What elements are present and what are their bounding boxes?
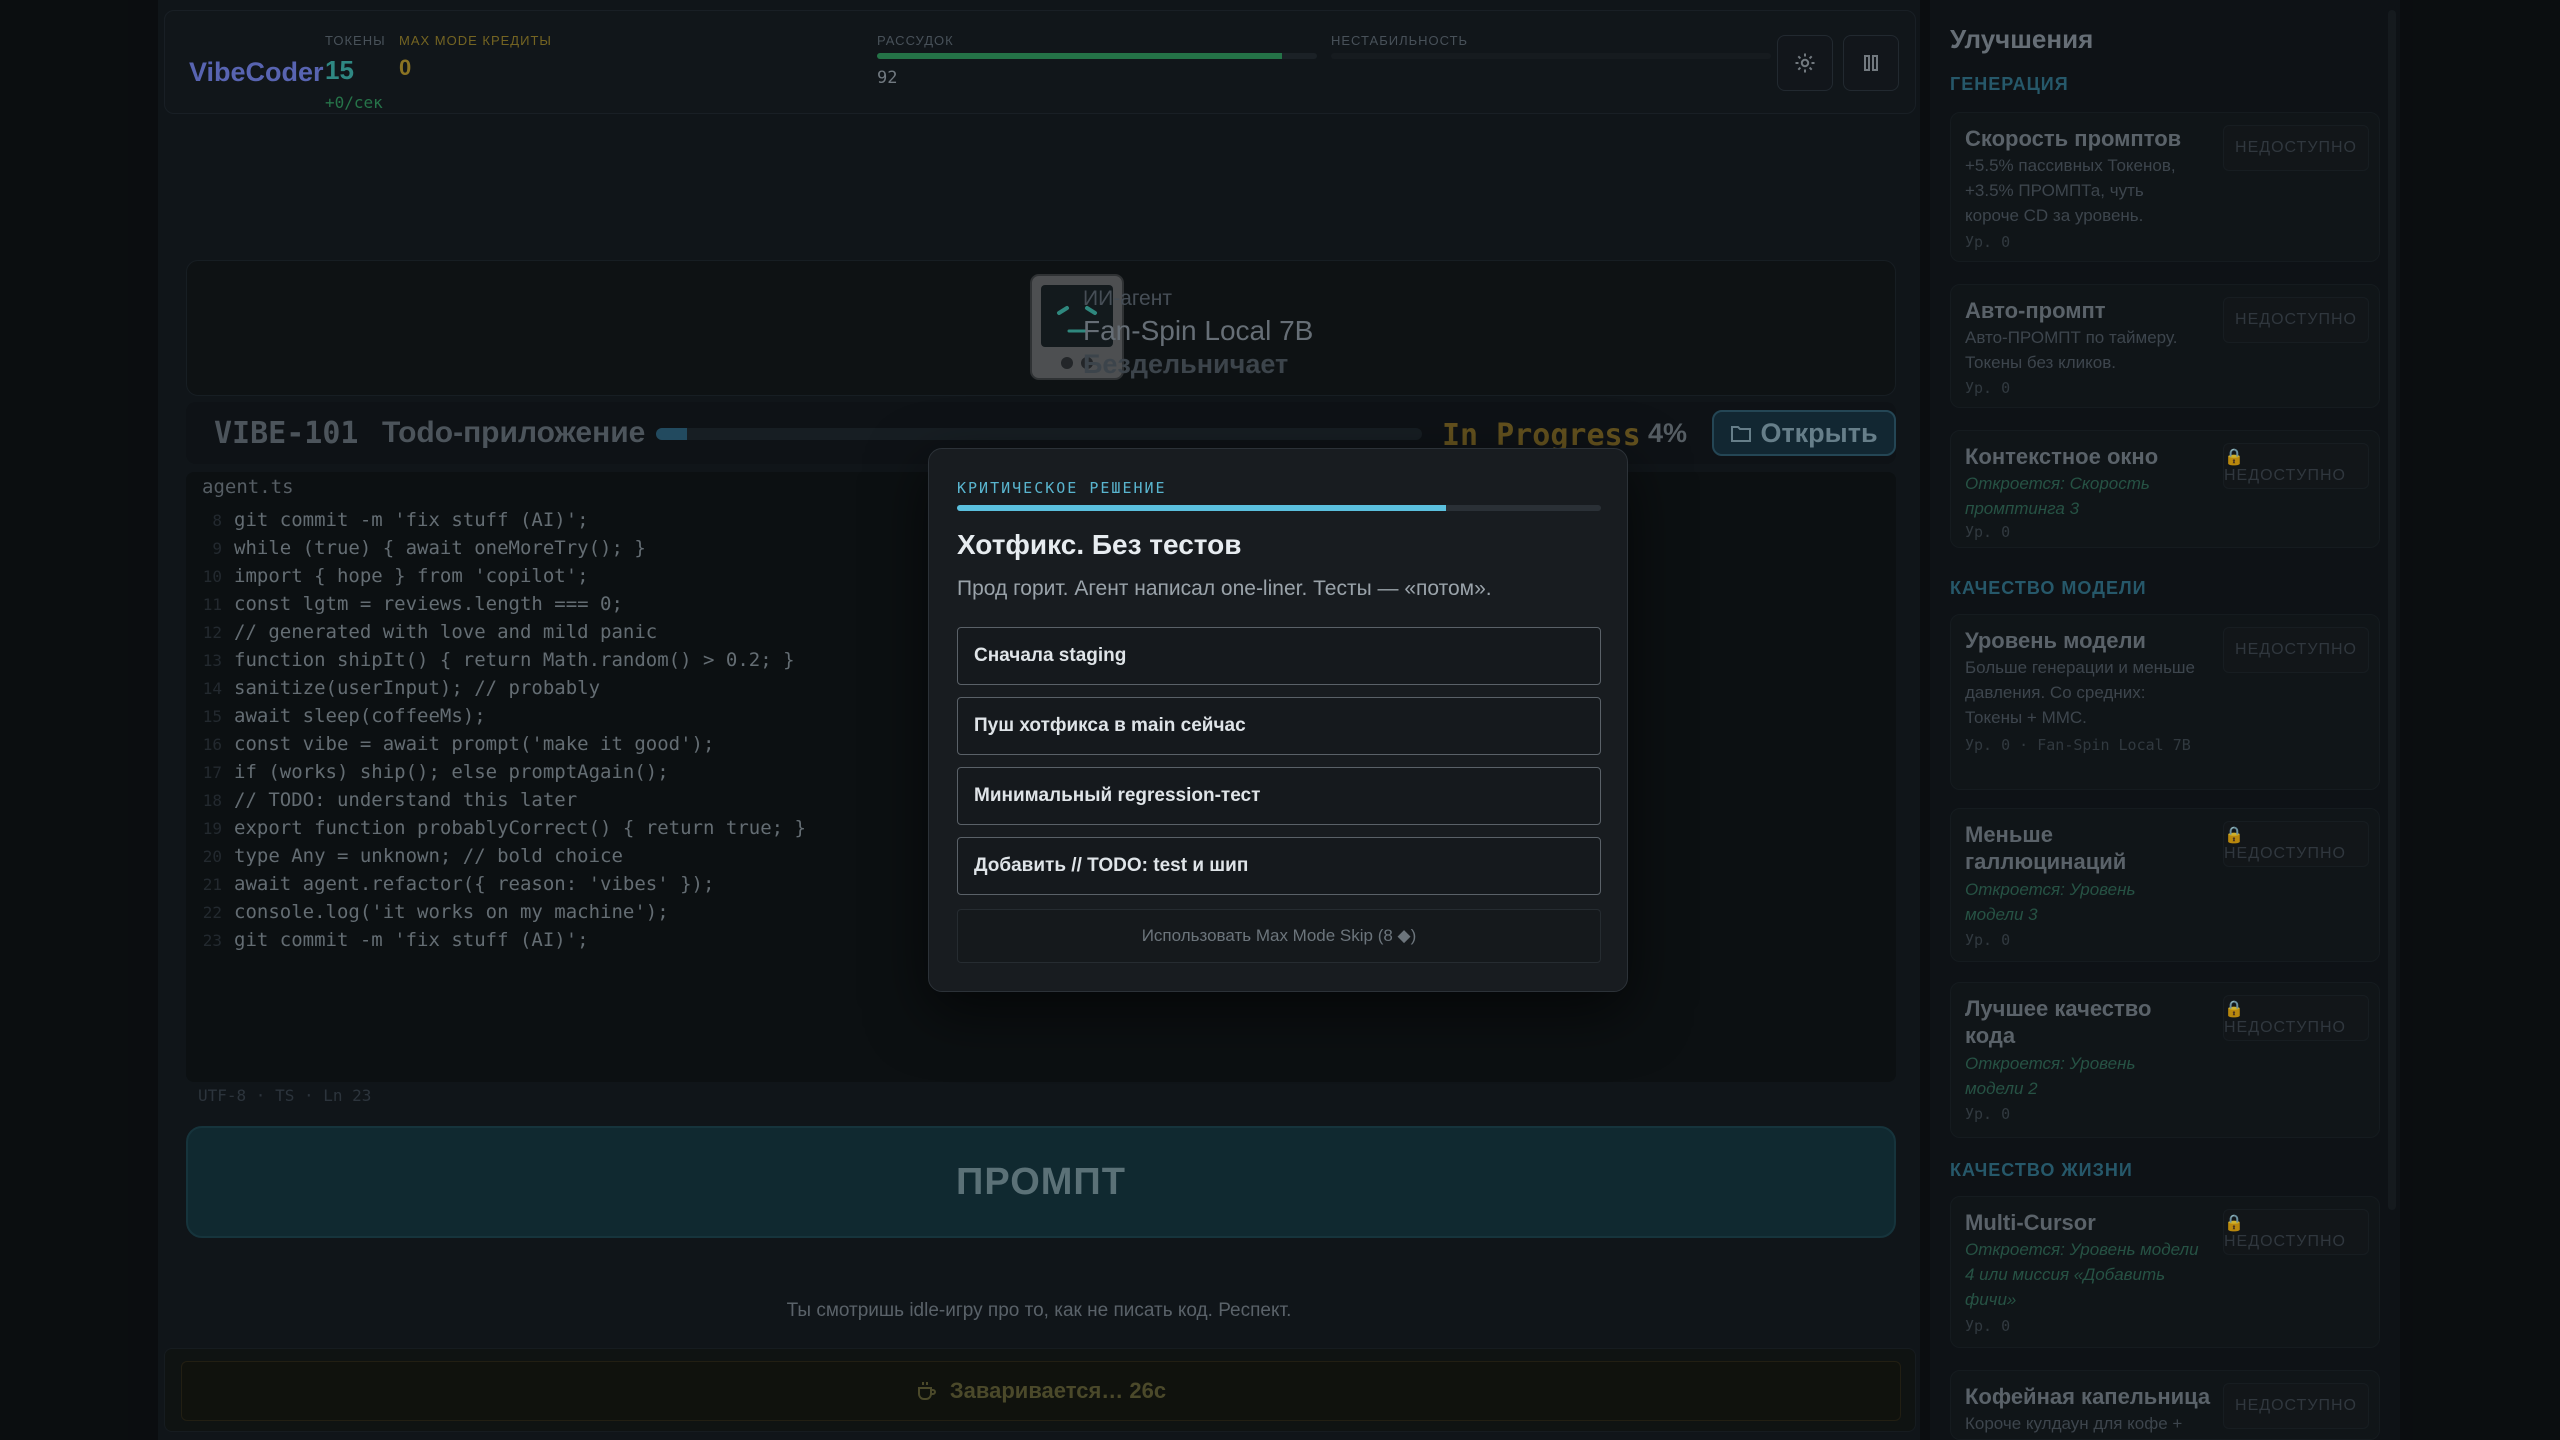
choice-add-todo-and-ship[interactable]: Добавить // TODO: test и шип [957, 837, 1601, 895]
decision-timer-fill [957, 505, 1447, 511]
modal-title: Хотфикс. Без тестов [957, 529, 1242, 560]
choice-minimal-regression-test[interactable]: Минимальный regression-тест [957, 767, 1601, 825]
critical-decision-modal: КРИТИЧЕСКОЕ РЕШЕНИЕ Хотфикс. Без тестов … [928, 448, 1628, 992]
choice-push-hotfix-main[interactable]: Пуш хотфикса в main сейчас [957, 697, 1601, 755]
decision-timer-bar [957, 505, 1601, 511]
choice-staging-first[interactable]: Сначала staging [957, 627, 1601, 685]
modal-description: Прод горит. Агент написал one-liner. Тес… [957, 577, 1492, 600]
max-mode-skip-button[interactable]: Использовать Max Mode Skip (8 ◆) [957, 909, 1601, 963]
modal-label: КРИТИЧЕСКОЕ РЕШЕНИЕ [957, 479, 1167, 497]
